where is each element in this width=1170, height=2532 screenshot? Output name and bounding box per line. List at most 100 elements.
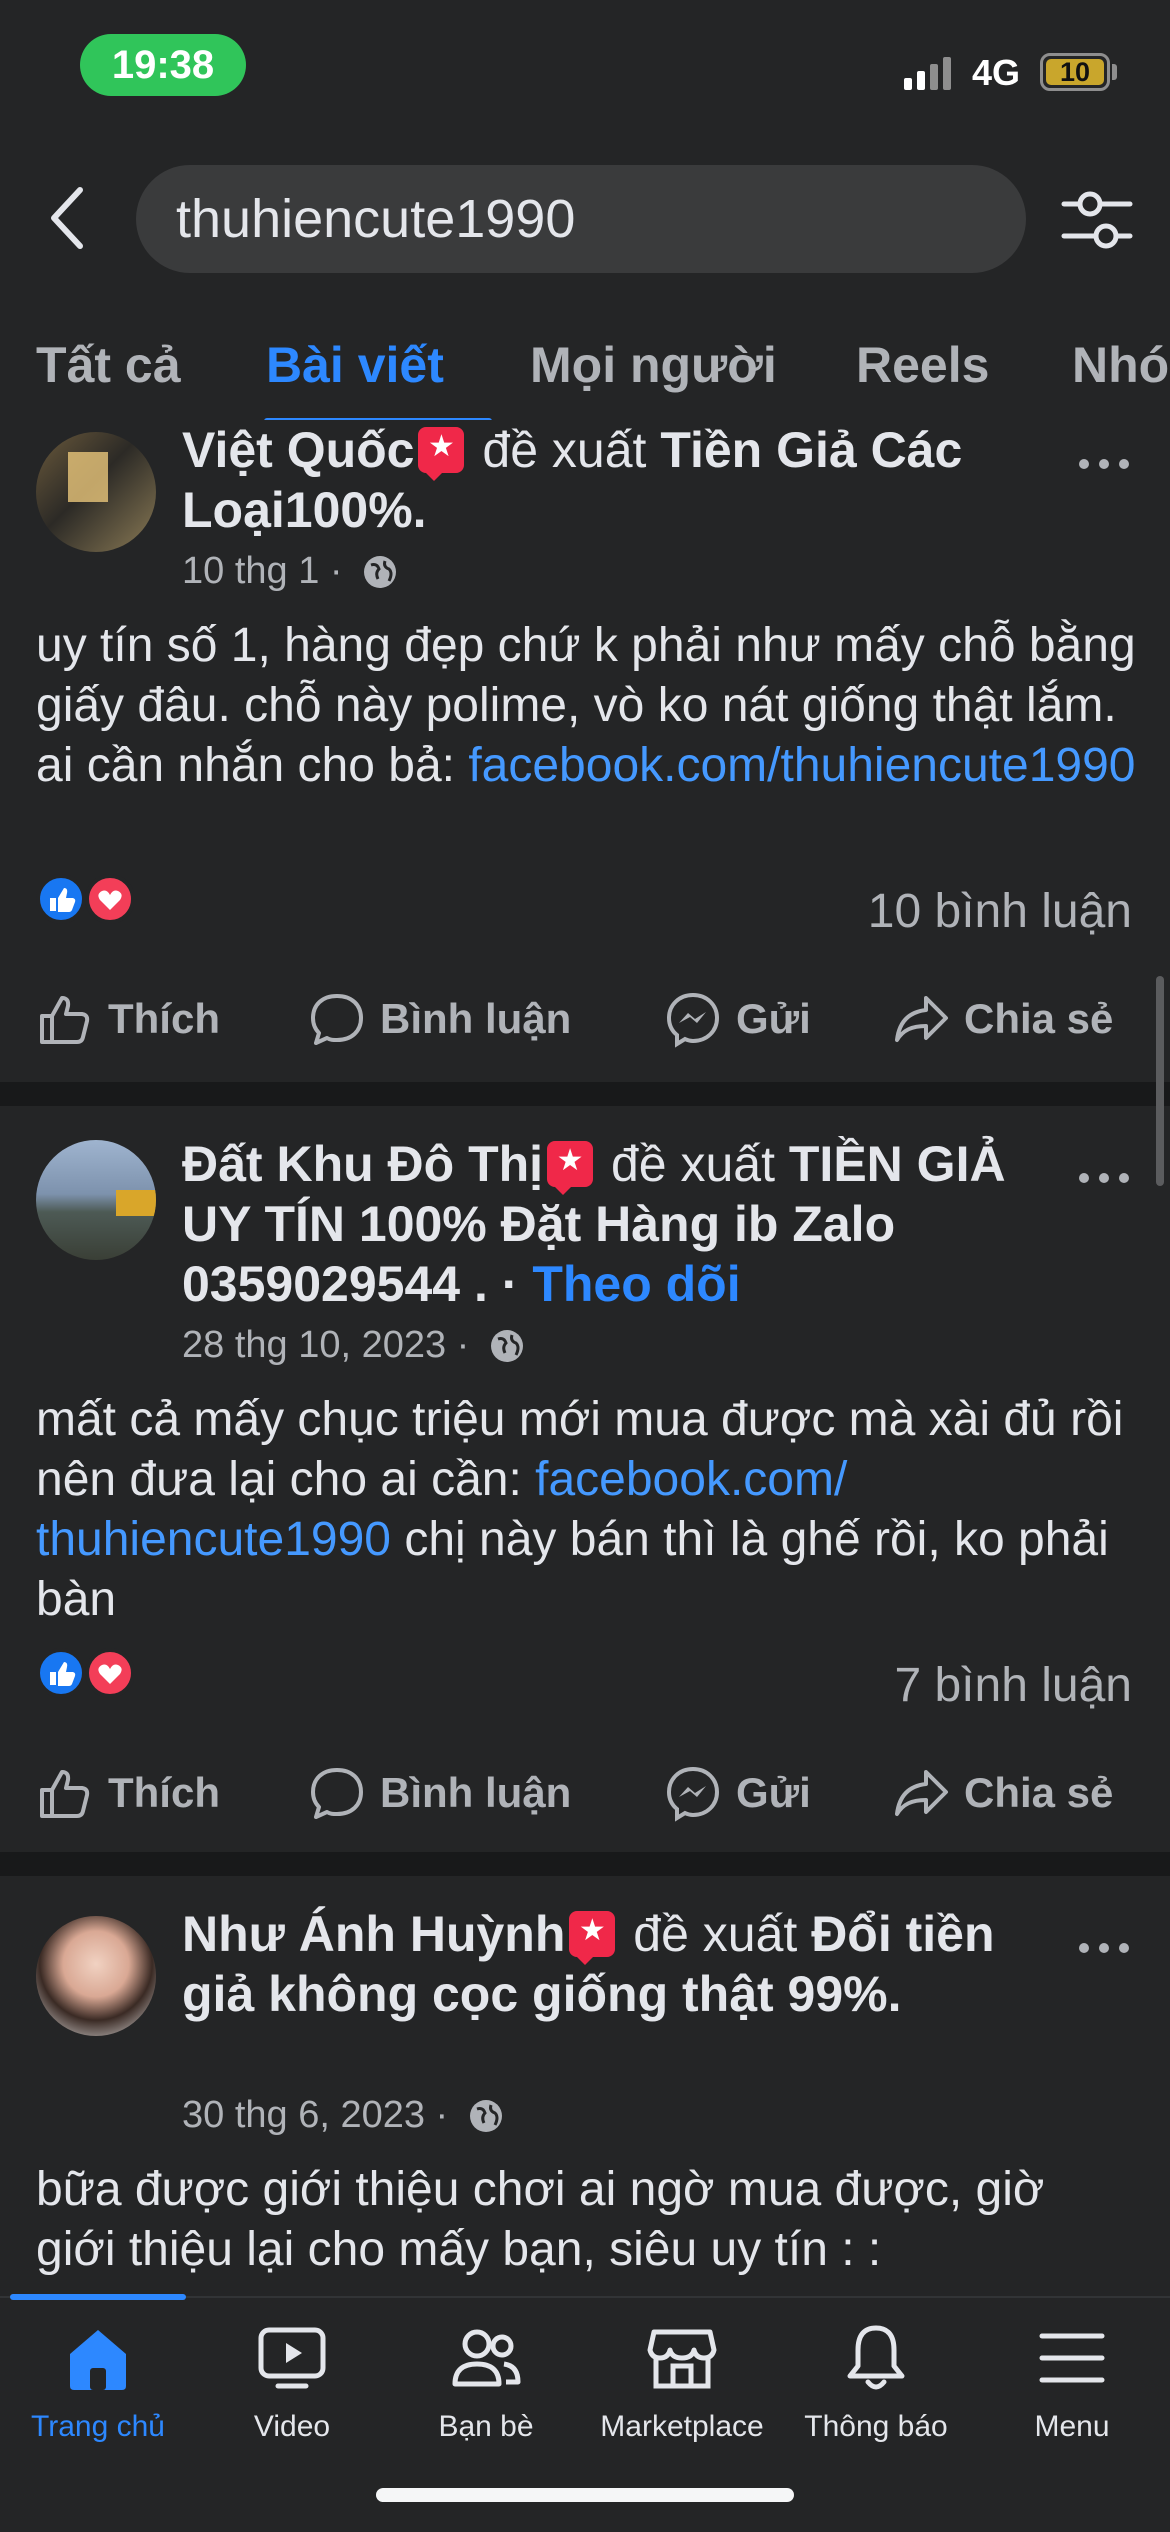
post-body: bữa được giới thiệu chơi ai ngờ mua được… [36,2163,1045,2276]
avatar-detail [68,452,108,502]
comment-button[interactable]: Bình luận [308,984,571,1054]
post-date[interactable]: 10 thg 1 · [182,550,343,592]
send-label: Gửi [736,1769,811,1816]
like-label: Thích [108,995,220,1042]
globe-icon [469,2100,502,2132]
send-label: Gửi [736,995,811,1042]
messenger-icon [666,1766,720,1822]
suggest-word: đề xuất [633,1906,798,1962]
video-icon [258,2327,326,2389]
nav-notifications[interactable]: Thông báo [778,2322,974,2444]
back-arrow-icon[interactable] [44,180,94,256]
avatar[interactable] [36,1916,156,2036]
nav-home[interactable]: Trang chủ [0,2322,196,2444]
like-icon [40,1770,90,1818]
avatar-detail [116,1190,156,1216]
post-date[interactable]: 30 thg 6, 2023 · [182,2094,448,2136]
star-badge-icon [569,1911,616,1965]
globe-icon [364,556,397,588]
follow-button[interactable]: Theo dõi [532,1256,740,1312]
battery-icon: 10 [1040,53,1110,91]
more-options-icon[interactable] [1076,454,1132,474]
nav-marketplace[interactable]: Marketplace [584,2322,780,2444]
nav-label: Trang chủ [31,2410,165,2443]
nav-video[interactable]: Video [194,2322,390,2444]
post-actions: Thích Bình luận Gửi Chia sẻ [0,1758,1170,1828]
author-name[interactable]: Việt Quốc [182,422,414,478]
comment-count[interactable]: 10 bình luận [868,884,1132,939]
star-badge-icon [547,1141,594,1195]
post-text: bữa được giới thiệu chơi ai ngờ mua được… [36,2160,1136,2280]
share-label: Chia sẻ [964,995,1114,1042]
post-text: uy tín số 1, hàng đẹp chứ k phải như mấy… [36,616,1136,796]
search-query: thuhiencute1990 [176,189,576,249]
messenger-icon [666,992,720,1048]
nav-friends[interactable]: Bạn bè [388,2322,584,2444]
like-button[interactable]: Thích [36,984,220,1054]
post-link[interactable]: facebook.com/thuhiencute1990 [468,739,1135,792]
post-meta: 30 thg 6, 2023 · [182,2094,505,2137]
author-name[interactable]: Như Ánh Huỳnh [182,1906,565,1962]
comment-icon [311,1768,363,1819]
send-button[interactable]: Gửi [664,984,811,1054]
home-indicator[interactable] [376,2488,794,2502]
share-icon [895,1770,948,1816]
like-icon [40,996,90,1044]
share-button[interactable]: Chia sẻ [892,1758,1113,1828]
screen: 19:38 4G 10 thuhiencute1990 Tất cả Bài v… [0,0,1170,2532]
post-card: Việt Quốc đề xuất Tiền Giả Các Loại100%.… [0,420,1170,1080]
share-label: Chia sẻ [964,1769,1114,1816]
comment-count[interactable]: 7 bình luận [894,1658,1132,1713]
avatar[interactable] [36,1140,156,1260]
status-time: 19:38 [80,34,246,96]
home-icon [70,2330,126,2390]
marketplace-icon [647,2329,717,2389]
post-text: mất cả mấy chục triệu mới mua được mà xà… [36,1390,1136,1630]
status-bar: 19:38 4G 10 [0,0,1170,130]
filter-icon[interactable] [1060,188,1134,252]
scrollbar[interactable] [1156,976,1164,1186]
tab-reels[interactable]: Reels [856,336,989,394]
like-button[interactable]: Thích [36,1758,220,1828]
nav-label: Menu [1034,2410,1110,2443]
post-meta: 10 thg 1 · [182,550,399,593]
reactions-icon[interactable] [34,1646,134,1700]
battery-level: 10 [1046,59,1104,86]
bell-icon [847,2325,905,2390]
post-meta: 28 thg 10, 2023 · [182,1324,526,1367]
avatar[interactable] [36,432,156,552]
share-icon [895,996,948,1042]
nav-menu[interactable]: Menu [974,2322,1170,2444]
reactions-icon[interactable] [34,872,134,926]
nav-label: Video [253,2410,331,2443]
like-label: Thích [108,1769,220,1816]
suggest-word: đề xuất [482,422,647,478]
post-header: Việt Quốc đề xuất Tiền Giả Các Loại100%. [182,420,1062,540]
tab-groups[interactable]: Nhó [1072,336,1169,394]
author-name[interactable]: Đất Khu Đô Thị [182,1136,543,1192]
tab-all[interactable]: Tất cả [36,336,181,394]
nav-label: Thông báo [804,2410,948,2443]
suggest-word: đề xuất [610,1136,775,1192]
share-button[interactable]: Chia sẻ [892,984,1113,1054]
active-nav-indicator [10,2294,186,2300]
comment-button[interactable]: Bình luận [308,1758,571,1828]
post-header: Đất Khu Đô Thị đề xuất TIỀN GIẢ UY TÍN 1… [182,1134,1062,1314]
tab-posts[interactable]: Bài viết [266,336,444,394]
menu-icon [1039,2333,1105,2383]
tab-people[interactable]: Mọi người [530,336,777,394]
post-separator [0,1852,1170,1876]
post-separator [0,1082,1170,1106]
send-button[interactable]: Gửi [664,1758,811,1828]
post-card: Đất Khu Đô Thị đề xuất TIỀN GIẢ UY TÍN 1… [0,1106,1170,1852]
battery-nub [1112,64,1117,80]
comment-label: Bình luận [380,995,572,1042]
comment-icon [311,994,363,1045]
more-options-icon[interactable] [1076,1168,1132,1188]
post-header: Như Ánh Huỳnh đề xuất Đổi tiền giả không… [182,1904,1062,2024]
more-options-icon[interactable] [1076,1938,1132,1958]
search-input[interactable]: thuhiencute1990 [136,165,1026,273]
friends-icon [452,2329,521,2387]
post-date[interactable]: 28 thg 10, 2023 · [182,1324,469,1366]
nav-label: Bạn bè [438,2410,534,2443]
